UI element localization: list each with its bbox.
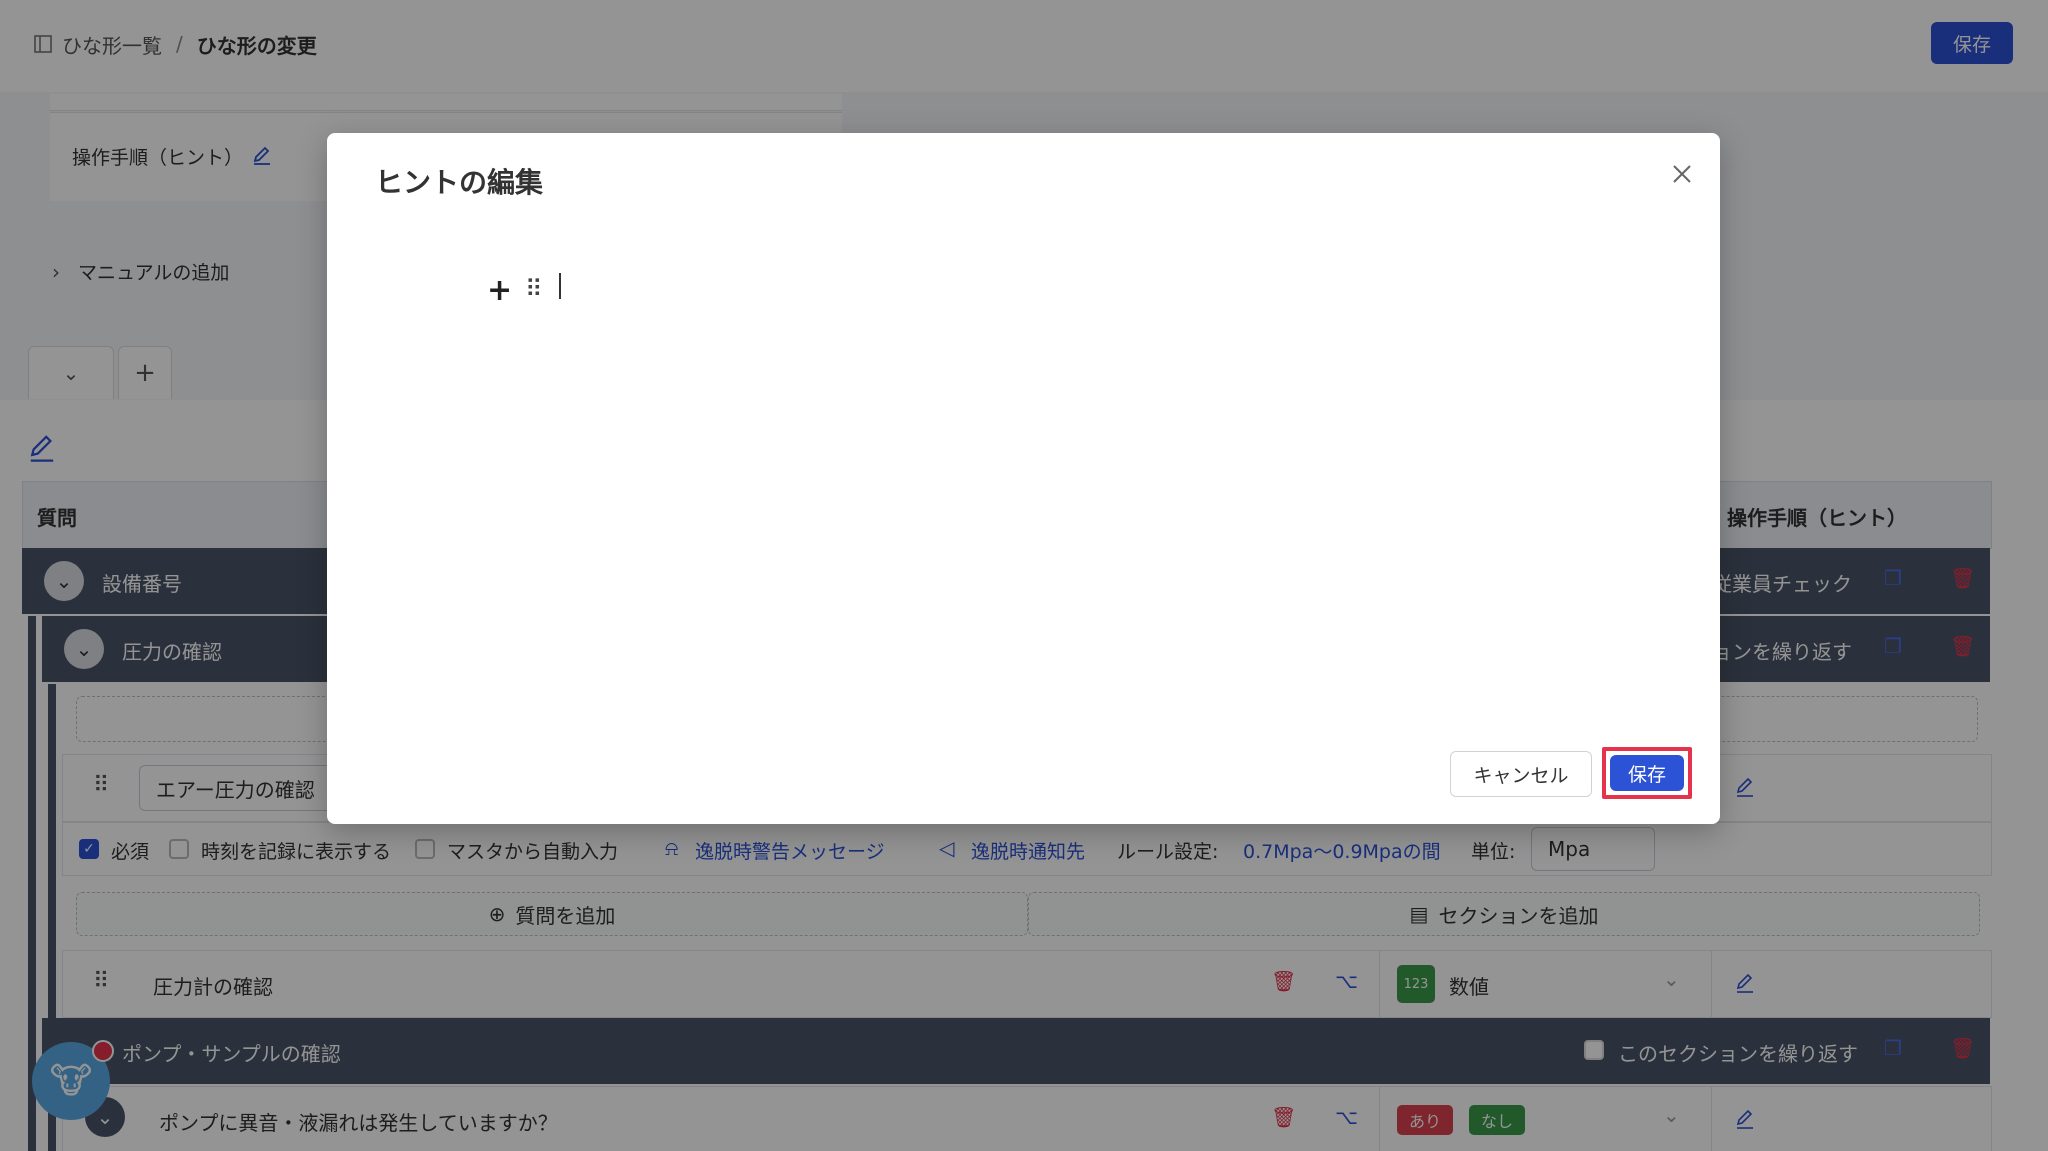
modal-save-button[interactable]: 保存: [1610, 755, 1684, 791]
rich-text-editor[interactable]: + ⠿: [487, 273, 1667, 693]
hint-edit-modal: ヒントの編集 + ⠿ キャンセル 保存: [327, 133, 1720, 824]
close-icon[interactable]: [1671, 163, 1693, 185]
modal-title: ヒントの編集: [375, 166, 544, 199]
text-cursor: [559, 273, 561, 299]
cancel-button[interactable]: キャンセル: [1450, 751, 1592, 797]
drag-handle-icon[interactable]: ⠿: [525, 275, 543, 303]
add-block-icon[interactable]: +: [487, 273, 512, 308]
